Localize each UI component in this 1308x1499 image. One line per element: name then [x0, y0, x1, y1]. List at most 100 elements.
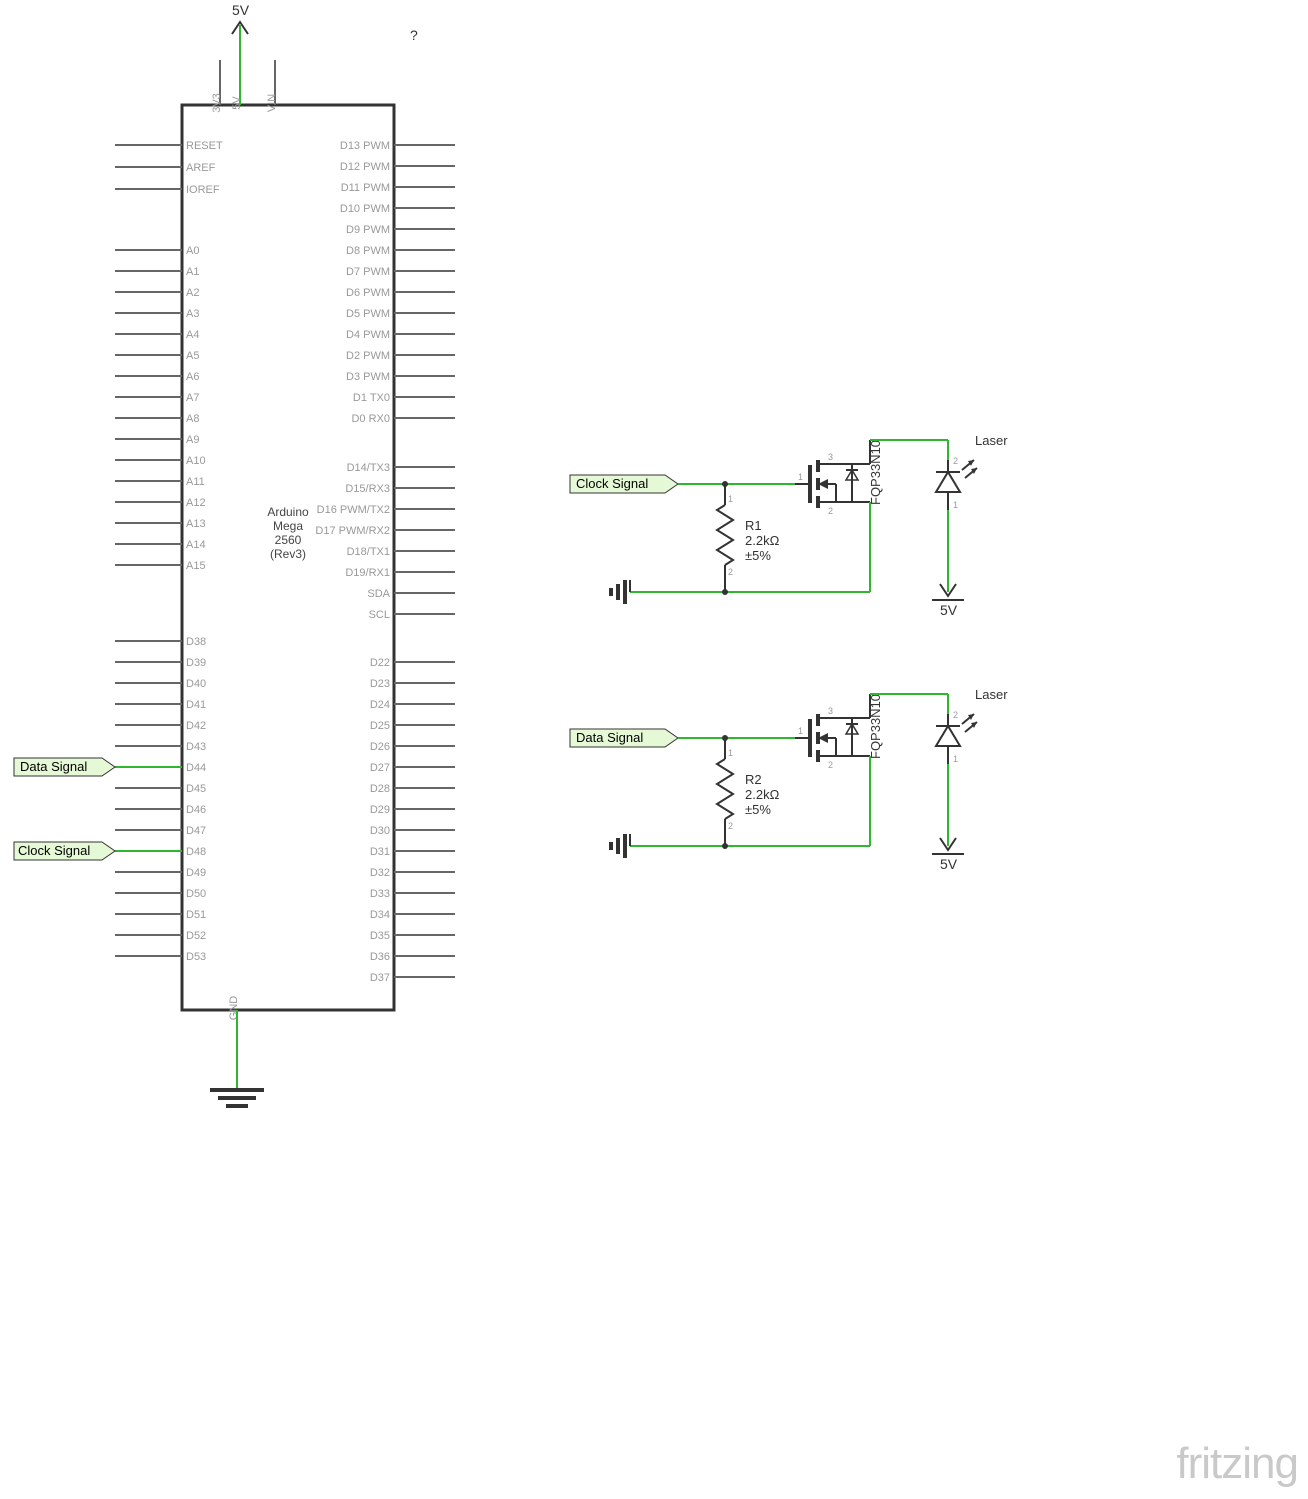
svg-text:D14/TX3: D14/TX3 [347, 462, 390, 474]
svg-text:D38: D38 [186, 636, 206, 648]
svg-text:D45: D45 [186, 783, 206, 795]
svg-text:D12 PWM: D12 PWM [340, 161, 390, 173]
svg-text:D9 PWM: D9 PWM [346, 224, 390, 236]
svg-text:D43: D43 [186, 741, 206, 753]
svg-text:Laser: Laser [975, 433, 1008, 448]
svg-text:SDA: SDA [367, 588, 390, 600]
laser-1: Laser 2 1 [936, 433, 1008, 510]
svg-text:D47: D47 [186, 825, 206, 837]
svg-text:IOREF: IOREF [186, 184, 220, 196]
svg-text:D22: D22 [370, 657, 390, 669]
svg-text:D4 PWM: D4 PWM [346, 329, 390, 341]
svg-text:A1: A1 [186, 266, 199, 278]
svg-text:5V: 5V [940, 602, 958, 618]
mosfet-2: FQP33N10 1 3 2 [795, 694, 883, 846]
question-mark: ? [410, 27, 418, 43]
svg-text:±5%: ±5% [745, 548, 771, 563]
board-name-4: (Rev3) [270, 547, 306, 561]
svg-text:D0 RX0: D0 RX0 [351, 413, 390, 425]
svg-text:RESET: RESET [186, 140, 223, 152]
svg-text:D49: D49 [186, 867, 206, 879]
svg-text:A4: A4 [186, 329, 199, 341]
pin-3v3: 3V3 [211, 93, 223, 113]
svg-text:1: 1 [798, 472, 803, 482]
svg-text:A13: A13 [186, 518, 206, 530]
svg-text:D19/RX1: D19/RX1 [345, 567, 390, 579]
svg-text:2: 2 [828, 760, 833, 770]
svg-text:A15: A15 [186, 560, 206, 572]
svg-text:D51: D51 [186, 909, 206, 921]
svg-text:2: 2 [828, 506, 833, 516]
arduino-mega-block: Arduino Mega 2560 (Rev3) 3V3 5V 5V VIN ?… [115, 2, 455, 1106]
svg-text:D26: D26 [370, 741, 390, 753]
svg-text:D36: D36 [370, 951, 390, 963]
svg-text:R2: R2 [745, 772, 762, 787]
svg-text:R1: R1 [745, 518, 762, 533]
svg-text:D50: D50 [186, 888, 206, 900]
svg-text:A2: A2 [186, 287, 199, 299]
svg-text:A10: A10 [186, 455, 206, 467]
svg-text:2: 2 [728, 821, 733, 831]
svg-text:D52: D52 [186, 930, 206, 942]
svg-text:D39: D39 [186, 657, 206, 669]
svg-text:SCL: SCL [369, 609, 390, 621]
svg-text:D27: D27 [370, 762, 390, 774]
svg-text:D15/RX3: D15/RX3 [345, 483, 390, 495]
svg-text:D23: D23 [370, 678, 390, 690]
svg-text:D33: D33 [370, 888, 390, 900]
svg-text:D30: D30 [370, 825, 390, 837]
svg-text:2.2kΩ: 2.2kΩ [745, 533, 780, 548]
board-name-2: Mega [273, 519, 303, 533]
svg-text:3: 3 [828, 706, 833, 716]
svg-text:1: 1 [728, 494, 733, 504]
svg-text:FQP33N10: FQP33N10 [868, 440, 883, 505]
driver1-signal-label: Clock Signal [576, 476, 648, 491]
svg-text:AREF: AREF [186, 162, 216, 174]
svg-text:D32: D32 [370, 867, 390, 879]
svg-text:A12: A12 [186, 497, 206, 509]
svg-text:D53: D53 [186, 951, 206, 963]
svg-text:A11: A11 [186, 476, 205, 488]
svg-text:±5%: ±5% [745, 802, 771, 817]
svg-text:D37: D37 [370, 972, 390, 984]
svg-text:D29: D29 [370, 804, 390, 816]
svg-text:D18/TX1: D18/TX1 [347, 546, 390, 558]
svg-text:D41: D41 [186, 699, 206, 711]
driver2-signal-label: Data Signal [576, 730, 643, 745]
svg-text:FQP33N10: FQP33N10 [868, 694, 883, 759]
svg-text:D28: D28 [370, 783, 390, 795]
svg-text:A0: A0 [186, 245, 199, 257]
svg-text:1: 1 [798, 726, 803, 736]
schematic-canvas: Arduino Mega 2560 (Rev3) 3V3 5V 5V VIN ?… [0, 0, 1308, 1494]
svg-text:D2 PWM: D2 PWM [346, 350, 390, 362]
svg-text:D1 TX0: D1 TX0 [353, 392, 390, 404]
svg-text:A14: A14 [186, 539, 206, 551]
svg-text:D35: D35 [370, 930, 390, 942]
right-mid-pins: D14/TX3D15/RX3D16 PWM/TX2D17 PWM/RX2D18/… [315, 462, 455, 621]
svg-text:D7 PWM: D7 PWM [346, 266, 390, 278]
svg-text:2: 2 [728, 567, 733, 577]
mosfet-1: FQP33N10 1 3 2 [795, 440, 883, 592]
svg-text:D24: D24 [370, 699, 390, 711]
svg-text:D40: D40 [186, 678, 206, 690]
svg-text:D42: D42 [186, 720, 206, 732]
svg-text:A9: A9 [186, 434, 199, 446]
svg-text:2: 2 [953, 710, 958, 720]
pin-gnd: GND [228, 996, 240, 1021]
left-upper-pins: RESET AREF IOREF [115, 140, 223, 196]
svg-text:D44: D44 [186, 762, 206, 774]
laser-2: Laser 2 1 [936, 687, 1008, 764]
right-upper-pins: D13 PWMD12 PWMD11 PWMD10 PWMD9 PWMD8 PWM… [340, 140, 455, 425]
svg-text:Laser: Laser [975, 687, 1008, 702]
net-label-data-d44: Data Signal [14, 758, 182, 776]
svg-text:D34: D34 [370, 909, 390, 921]
svg-text:3: 3 [828, 452, 833, 462]
svg-text:A6: A6 [186, 371, 199, 383]
svg-text:A5: A5 [186, 350, 199, 362]
svg-text:A3: A3 [186, 308, 199, 320]
svg-text:1: 1 [728, 748, 733, 758]
svg-text:1: 1 [953, 500, 958, 510]
driver-circuit-1: Clock Signal R1 2.2kΩ ±5% 1 2 [570, 433, 1008, 618]
svg-text:D48: D48 [186, 846, 206, 858]
svg-text:A8: A8 [186, 413, 199, 425]
